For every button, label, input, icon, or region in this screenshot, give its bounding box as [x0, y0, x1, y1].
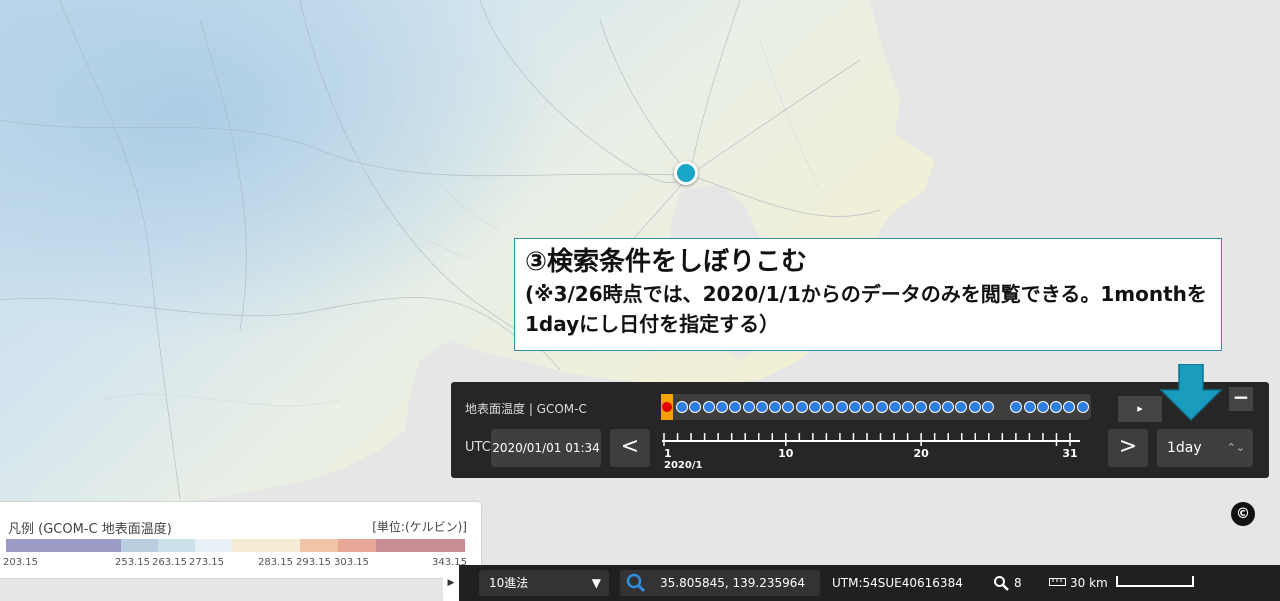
- legend-color-swatch: [338, 539, 376, 552]
- date-availability-track[interactable]: [661, 394, 1091, 420]
- interval-value: 1day: [1167, 440, 1202, 456]
- instruction-callout: ③検索条件をしぼりこむ (※3/26時点では、2020/1/1からのデータのみを…: [514, 238, 1222, 351]
- coord-format-value: 10進法: [489, 576, 529, 590]
- available-date-dot[interactable]: [702, 401, 715, 413]
- available-date-dot[interactable]: [769, 401, 782, 413]
- legend-title: 凡例 (GCOM-C 地表面温度): [8, 522, 172, 537]
- timeline-label: 31: [1062, 447, 1077, 460]
- datetime-display[interactable]: 2020/01/01 01:34: [491, 429, 601, 467]
- prev-button[interactable]: <: [610, 429, 650, 467]
- scale-bar: [1116, 576, 1194, 587]
- interval-select[interactable]: 1day ⌃⌄: [1157, 429, 1253, 467]
- available-date-dot[interactable]: [862, 401, 875, 413]
- compass-icon[interactable]: ©: [1231, 502, 1255, 526]
- legend-tick-label: 273.15: [189, 557, 224, 568]
- legend-panel: 凡例 (GCOM-C 地表面温度) [単位:(ケルビン)] 203.15 253.…: [0, 502, 481, 578]
- available-date-dot[interactable]: [968, 401, 981, 413]
- timeline-label: 1: [664, 447, 672, 460]
- scale-value: 30 km: [1070, 576, 1108, 590]
- available-date-dot[interactable]: [928, 401, 941, 413]
- coordinate-value: 35.805845, 139.235964: [660, 576, 806, 590]
- zoom-level: 8: [1014, 576, 1022, 590]
- available-date-dot[interactable]: [1050, 401, 1063, 413]
- available-date-dot[interactable]: [1076, 401, 1089, 413]
- available-date-dot[interactable]: [848, 401, 861, 413]
- caret-down-icon: ▼: [591, 576, 601, 590]
- legend-toggle-button[interactable]: ▶: [443, 566, 459, 601]
- timeline-scale[interactable]: 1 10 20 31 2020/1: [659, 429, 1083, 469]
- down-arrow-indicator: [1159, 364, 1223, 422]
- selected-date-marker[interactable]: [661, 394, 673, 420]
- legend-color-swatch: [195, 539, 232, 552]
- utc-label: UTC: [465, 440, 491, 455]
- legend-color-swatch: [6, 539, 121, 552]
- minimize-button[interactable]: −: [1229, 387, 1253, 411]
- available-date-dot[interactable]: [676, 401, 688, 413]
- available-date-dot[interactable]: [981, 401, 994, 413]
- legend-color-swatch: [376, 539, 465, 552]
- callout-title: ③検索条件をしぼりこむ: [525, 247, 808, 277]
- legend-color-bar: [6, 539, 465, 552]
- search-icon[interactable]: [626, 573, 646, 593]
- available-date-dot[interactable]: [729, 401, 742, 413]
- available-date-dot[interactable]: [875, 401, 888, 413]
- coordinate-search[interactable]: 35.805845, 139.235964: [620, 570, 820, 596]
- zoom-icon: [994, 576, 1009, 591]
- available-date-dot[interactable]: [1036, 401, 1049, 413]
- available-date-dot[interactable]: [755, 401, 768, 413]
- timeline-month-label: 2020/1: [664, 460, 702, 469]
- legend-tick-label: 263.15: [152, 557, 187, 568]
- legend-color-swatch: [300, 539, 338, 552]
- available-date-dot[interactable]: [942, 401, 954, 413]
- updown-chevron-icon: ⌃⌄: [1226, 441, 1245, 454]
- available-date-dot[interactable]: [689, 401, 702, 413]
- legend-color-swatch: [121, 539, 158, 552]
- legend-tick-label: 253.15: [115, 557, 150, 568]
- callout-description: (※3/26時点では、2020/1/1からのデータのみを閲覧できる。1month…: [525, 282, 1207, 336]
- legend-tick-label: 283.15: [258, 557, 293, 568]
- utm-readout: UTM:54SUE40616384: [832, 576, 963, 590]
- timeline-label: 20: [913, 447, 929, 460]
- ruler-icon: [1049, 578, 1066, 586]
- available-date-dot[interactable]: [955, 401, 968, 413]
- legend-color-swatch: [232, 539, 300, 552]
- next-button[interactable]: >: [1108, 429, 1148, 467]
- available-date-dot[interactable]: [1010, 401, 1023, 413]
- coord-format-select[interactable]: 10進法 ▼: [479, 570, 609, 596]
- available-date-dot[interactable]: [835, 401, 848, 413]
- available-date-dot[interactable]: [902, 401, 915, 413]
- status-bar: 10進法 ▼ 35.805845, 139.235964 UTM:54SUE40…: [459, 565, 1280, 601]
- available-date-dot[interactable]: [915, 401, 928, 413]
- available-date-dot[interactable]: [888, 401, 901, 413]
- available-date-dot[interactable]: [795, 401, 808, 413]
- legend-color-swatch: [158, 539, 195, 552]
- available-date-dot[interactable]: [1023, 401, 1036, 413]
- available-date-dot[interactable]: [1063, 401, 1076, 413]
- timeline-label: 10: [778, 447, 794, 460]
- available-date-dot[interactable]: [742, 401, 755, 413]
- available-date-dot[interactable]: [782, 401, 795, 413]
- legend-tick-label: 293.15: [296, 557, 331, 568]
- available-date-dot[interactable]: [822, 401, 835, 413]
- play-button[interactable]: ▸: [1118, 396, 1162, 422]
- legend-unit: [単位:(ケルビン)]: [372, 520, 467, 534]
- legend-ticks: 203.15 253.15 263.15 273.15 283.15 293.15 303.…: [0, 557, 481, 571]
- available-date-dot[interactable]: [809, 401, 821, 413]
- legend-tick-label: 203.15: [3, 557, 38, 568]
- legend-tick-label: 303.15: [334, 557, 369, 568]
- location-marker[interactable]: [674, 161, 698, 185]
- layer-label: 地表面温度 | GCOM-C: [465, 402, 587, 416]
- available-date-dot[interactable]: [715, 401, 728, 413]
- time-control-panel: 地表面温度 | GCOM-C ▸ − UTC 2020/01/01 01:34 …: [451, 364, 1269, 478]
